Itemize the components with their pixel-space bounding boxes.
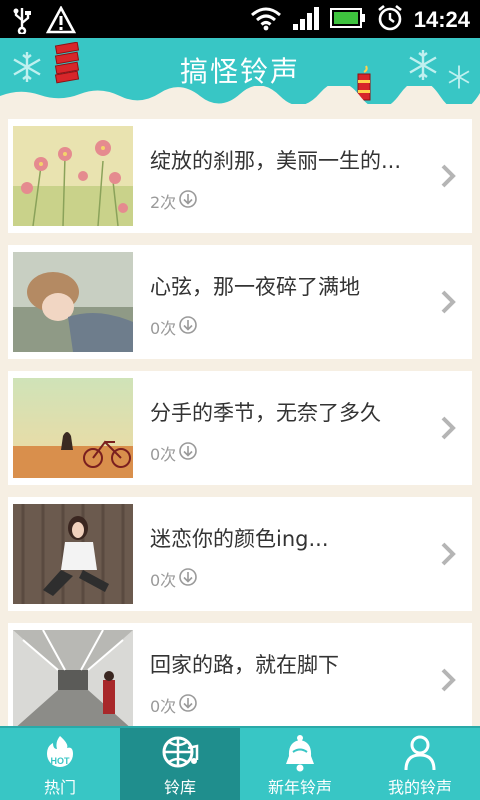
ringtone-title: 心弦，那一夜碎了满地	[150, 275, 360, 299]
status-time: 14:24	[413, 7, 470, 32]
snowflake-icon	[406, 48, 440, 86]
ringtone-title: 分手的季节，无奈了多久	[150, 401, 381, 425]
snow-edge	[0, 86, 480, 104]
download-count: 0次	[150, 567, 198, 591]
list-item[interactable]: 绽放的刹那，美丽一生的... 2次	[8, 119, 472, 233]
list-item[interactable]: 回家的路，就在脚下 0次	[8, 623, 472, 726]
battery-icon	[329, 7, 366, 33]
chevron-right-icon	[440, 163, 456, 193]
app-header: 搞怪铃声	[0, 38, 480, 104]
globe-music-icon	[120, 734, 240, 772]
download-icon	[178, 315, 198, 339]
chevron-right-icon	[440, 415, 456, 445]
warning-icon	[45, 5, 77, 38]
bell-icon	[240, 734, 360, 772]
woman-sitting-photo	[13, 504, 133, 604]
chevron-right-icon	[440, 667, 456, 697]
list-item[interactable]: 分手的季节，无奈了多久 0次	[8, 371, 472, 485]
tab-my-ringtones[interactable]: 我的铃声	[360, 728, 480, 800]
list-item[interactable]: 迷恋你的颜色ing... 0次	[8, 497, 472, 611]
download-count: 0次	[150, 441, 198, 465]
download-count: 0次	[150, 315, 198, 339]
ringtone-title: 迷恋你的颜色ing...	[150, 527, 329, 551]
ringtone-title: 绽放的刹那，美丽一生的...	[150, 149, 402, 173]
alarm-icon	[376, 4, 404, 36]
signal-icon	[292, 5, 320, 35]
wifi-icon	[250, 5, 282, 35]
chevron-right-icon	[440, 541, 456, 571]
svg-text:HOT: HOT	[51, 756, 71, 766]
status-bar: 14:24	[0, 0, 480, 38]
person-icon	[360, 734, 480, 772]
tab-new-year[interactable]: 新年铃声	[240, 728, 360, 800]
download-icon	[178, 189, 198, 213]
download-icon	[178, 567, 198, 591]
bicycle-sunset-photo	[13, 378, 133, 478]
girl-lying-photo	[13, 252, 133, 352]
hot-flame-icon: HOT	[0, 734, 120, 772]
bottom-tab-bar: HOT 热门 铃库 新年铃声 我的铃声	[0, 726, 480, 800]
list-item[interactable]: 心弦，那一夜碎了满地 0次	[8, 245, 472, 359]
subway-corridor-photo	[13, 630, 133, 726]
usb-icon	[12, 6, 32, 38]
tab-library[interactable]: 铃库	[120, 728, 240, 800]
download-icon	[178, 441, 198, 465]
chevron-right-icon	[440, 289, 456, 319]
ringtone-title: 回家的路，就在脚下	[150, 653, 339, 677]
download-icon	[178, 693, 198, 717]
download-count: 0次	[150, 693, 198, 717]
cosmos-flowers-photo	[13, 126, 133, 226]
tab-hot[interactable]: HOT 热门	[0, 728, 120, 800]
ringtone-list: 绽放的刹那，美丽一生的... 2次 心弦，那一夜碎了满地 0次 分手的季节，无奈…	[0, 104, 480, 726]
download-count: 2次	[150, 189, 198, 213]
